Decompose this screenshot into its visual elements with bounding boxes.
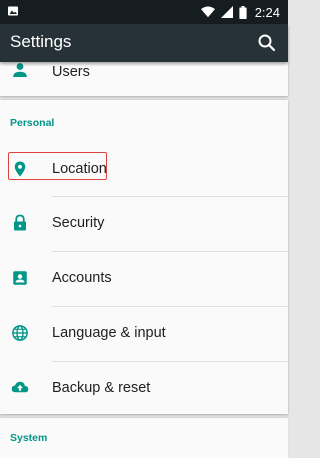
settings-item-accounts[interactable]: Accounts	[0, 252, 288, 307]
globe-icon	[12, 325, 28, 341]
settings-item-location[interactable]: Location	[0, 142, 288, 197]
settings-item-security[interactable]: Security	[0, 197, 288, 252]
person-icon	[13, 63, 27, 77]
settings-item-backup[interactable]: Backup & reset	[0, 362, 288, 414]
settings-item-users[interactable]: Users	[0, 62, 288, 84]
search-button[interactable]	[254, 30, 280, 56]
location-pin-icon	[14, 161, 26, 177]
section-header-personal: Personal	[10, 117, 55, 129]
settings-item-label: Accounts	[52, 270, 112, 286]
settings-item-label: Language & input	[52, 325, 166, 341]
image-icon	[8, 6, 18, 16]
system-section: System	[0, 418, 288, 458]
settings-item-label: Backup & reset	[52, 380, 151, 396]
settings-item-label: Users	[52, 64, 90, 80]
settings-item-label: Security	[52, 215, 105, 231]
status-time: 2:24	[254, 4, 280, 20]
search-icon	[258, 34, 276, 52]
wifi-icon	[200, 6, 215, 18]
section-header-system: System	[10, 432, 48, 444]
cloud-upload-icon	[11, 381, 29, 393]
settings-item-label: Location	[52, 161, 107, 177]
signal-icon	[220, 6, 233, 18]
lock-icon	[14, 214, 26, 231]
users-card: Users	[0, 62, 288, 96]
personal-section: Personal Location Security Accounts Lang…	[0, 100, 288, 414]
battery-icon	[239, 5, 247, 19]
page-title: Settings	[10, 32, 72, 51]
app-bar: Settings	[0, 24, 288, 62]
settings-item-language[interactable]: Language & input	[0, 307, 288, 362]
account-box-icon	[13, 271, 27, 285]
status-bar: 2:24	[0, 0, 288, 24]
